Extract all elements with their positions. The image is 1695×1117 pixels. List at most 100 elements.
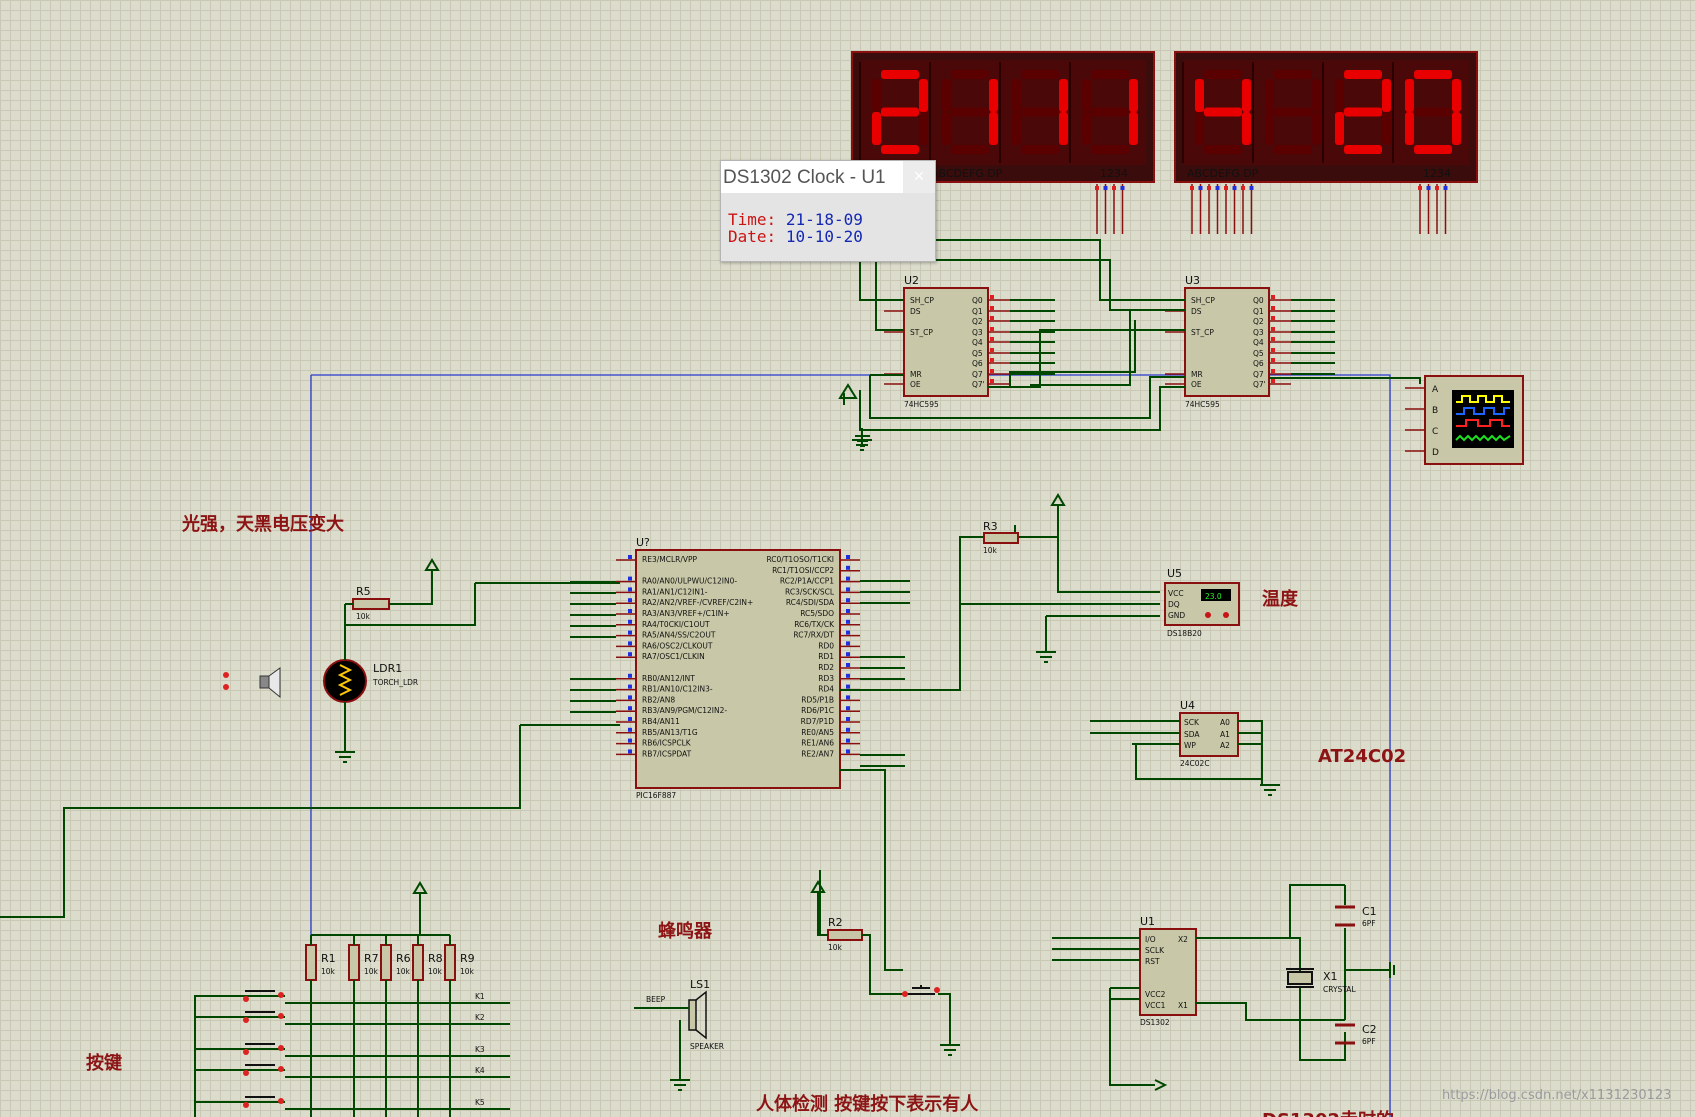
r3-val: 10k xyxy=(983,546,998,555)
display-right: ABCDEFG DP 1234 xyxy=(1174,51,1478,183)
svg-text:OE: OE xyxy=(910,380,921,389)
capacitor-c1[interactable]: C1 6PF xyxy=(1335,905,1377,928)
oscilloscope[interactable]: A B C D xyxy=(1405,375,1524,465)
segment-c xyxy=(1059,112,1068,145)
u4-24c02c[interactable]: U4 24C02C SCK SDA WP A0 A1 A2 xyxy=(1090,699,1263,785)
u5-readout: 23.0 xyxy=(1205,592,1222,601)
capacitor-c2[interactable]: C2 6PF xyxy=(1335,1023,1377,1046)
ldr1[interactable]: LDR1 TORCH_LDR xyxy=(323,604,418,752)
annotation-eeprom: AT24C02 xyxy=(1318,746,1406,767)
segment-g xyxy=(1344,107,1382,117)
u2-74hc595[interactable]: U2 74HC595 SH_CP DS ST_CP MROE Q0 Q1Q2 Q3Q4… xyxy=(903,274,989,409)
svg-text:DS: DS xyxy=(910,307,921,316)
mcu-part: PIC16F887 xyxy=(636,791,676,800)
svg-text:Q1: Q1 xyxy=(972,307,983,316)
svg-text:RD4: RD4 xyxy=(818,685,834,694)
segment-c xyxy=(1129,112,1138,145)
segment-a xyxy=(1204,70,1242,79)
segment-a xyxy=(1021,70,1059,79)
svg-text:RA2/AN2/VREF-/CVREF/C2IN+: RA2/AN2/VREF-/CVREF/C2IN+ xyxy=(642,598,753,607)
segment-d xyxy=(1204,145,1242,154)
segment-a xyxy=(1091,70,1129,79)
svg-text:Q4: Q4 xyxy=(972,338,983,347)
r5-resistor[interactable]: R5 10k xyxy=(345,572,433,621)
mcu-pic16f887[interactable]: U? PIC16F887 RE3/MCLR/VPP RA0/AN0/ULPWU/C… xyxy=(635,536,841,800)
segment-g xyxy=(1204,107,1242,117)
svg-text:Q3: Q3 xyxy=(1253,328,1264,337)
annotation-keys: 按键 xyxy=(86,1052,122,1074)
svg-text:Q2: Q2 xyxy=(972,317,983,326)
segment-f xyxy=(942,79,951,112)
svg-text:X1: X1 xyxy=(1178,1001,1188,1010)
segment-b xyxy=(1312,79,1321,112)
segment-e xyxy=(942,112,951,145)
svg-text:DQ: DQ xyxy=(1168,600,1180,609)
segment-d xyxy=(1021,145,1059,154)
svg-text:Q7': Q7' xyxy=(1253,380,1266,389)
svg-text:RA4/T0CKI/C1OUT: RA4/T0CKI/C1OUT xyxy=(642,620,710,629)
svg-text:RA7/OSC1/CLKIN: RA7/OSC1/CLKIN xyxy=(642,652,705,661)
mcu-ref: U? xyxy=(636,536,650,549)
svg-text:A2: A2 xyxy=(1220,741,1230,750)
svg-text:RE0/AN5: RE0/AN5 xyxy=(801,728,834,737)
svg-text:RE1/AN6: RE1/AN6 xyxy=(801,739,834,748)
segment-b xyxy=(1242,79,1251,112)
key-resistor-r6: R610k xyxy=(380,935,411,1117)
close-icon[interactable]: × xyxy=(903,161,935,193)
svg-text:DS: DS xyxy=(1191,307,1202,316)
segment-c xyxy=(1382,112,1391,145)
svg-text:I/O: I/O xyxy=(1145,935,1156,944)
svg-text:RC6/TX/CK: RC6/TX/CK xyxy=(794,620,835,629)
key-resistor-ref: R9 xyxy=(460,952,475,965)
popup-title-text: DS1302 Clock - U1 xyxy=(723,167,886,188)
key-net-label: K1 xyxy=(475,992,485,1001)
svg-text:RB4/AN11: RB4/AN11 xyxy=(642,717,680,726)
segment-e xyxy=(1195,112,1204,145)
segment-e xyxy=(1265,112,1274,145)
segment-c xyxy=(919,112,928,145)
svg-text:SDA: SDA xyxy=(1184,730,1200,739)
ls1-speaker[interactable]: LS1 SPEAKER BEEP xyxy=(634,978,724,1080)
svg-text:SH_CP: SH_CP xyxy=(1191,296,1215,305)
scope-channel-b: B xyxy=(1432,406,1438,416)
key-resistor-r8: R810k xyxy=(412,935,443,1117)
display-right-digit-label: 1234 xyxy=(1423,167,1451,180)
svg-text:RB2/AN8: RB2/AN8 xyxy=(642,695,675,704)
key-net-label: K3 xyxy=(475,1045,485,1054)
key-resistor-val: 10k xyxy=(396,967,411,976)
ls1-net: BEEP xyxy=(646,995,666,1004)
svg-text:Q6: Q6 xyxy=(1253,359,1264,368)
svg-text:RD5/P1B: RD5/P1B xyxy=(801,695,834,704)
svg-text:SCLK: SCLK xyxy=(1145,946,1165,955)
schematic-canvas[interactable]: ABCDEFG DP 1234 ABCDEFG DP 1234 U2 74HC5… xyxy=(0,0,1695,1117)
u3-part: 74HC595 xyxy=(1185,400,1220,409)
u5-ds18b20[interactable]: 23.0 U5 DS18B20 VCC DQ GND xyxy=(1164,567,1240,638)
segment-g xyxy=(1021,107,1059,117)
svg-text:RC5/SDO: RC5/SDO xyxy=(800,609,834,618)
r2-val: 10k xyxy=(828,943,843,952)
ds1302-clock-popup[interactable]: DS1302 Clock - U1 × Time: 21-18-09 Date: … xyxy=(720,160,936,262)
key-net-label: K4 xyxy=(475,1066,485,1075)
annotation-human-detect: 人体检测 按键按下表示有人 xyxy=(756,1093,979,1115)
segment-g xyxy=(1414,107,1452,117)
r2-resistor[interactable]: R2 10k xyxy=(817,895,870,952)
svg-text:VCC: VCC xyxy=(1168,589,1184,598)
key-resistor-val: 10k xyxy=(321,967,336,976)
svg-text:A0: A0 xyxy=(1220,718,1230,727)
key-resistor-r9: R910k xyxy=(444,935,475,1117)
segment-d xyxy=(1344,145,1382,154)
r3-resistor[interactable]: R3 10k xyxy=(983,520,1019,555)
key-resistor-val: 10k xyxy=(364,967,379,976)
segment-b xyxy=(1129,79,1138,112)
svg-text:RD6/P1C: RD6/P1C xyxy=(801,706,834,715)
human-detect-switch[interactable] xyxy=(902,985,940,997)
display-left-segment-label: ABCDEFG DP xyxy=(931,167,1003,180)
popup-title[interactable]: DS1302 Clock - U1 × xyxy=(721,161,935,193)
scope-channel-d: D xyxy=(1432,448,1439,458)
key-switch-k5: K5 xyxy=(195,1096,510,1110)
key-resistor-ref: R1 xyxy=(321,952,336,965)
u3-74hc595[interactable]: U3 74HC595 SH_CP DS ST_CP MROE Q0 Q1Q2 Q3Q4… xyxy=(1184,274,1270,409)
svg-text:X2: X2 xyxy=(1178,935,1188,944)
u1-part: DS1302 xyxy=(1140,1018,1170,1027)
segment-g xyxy=(951,107,989,117)
